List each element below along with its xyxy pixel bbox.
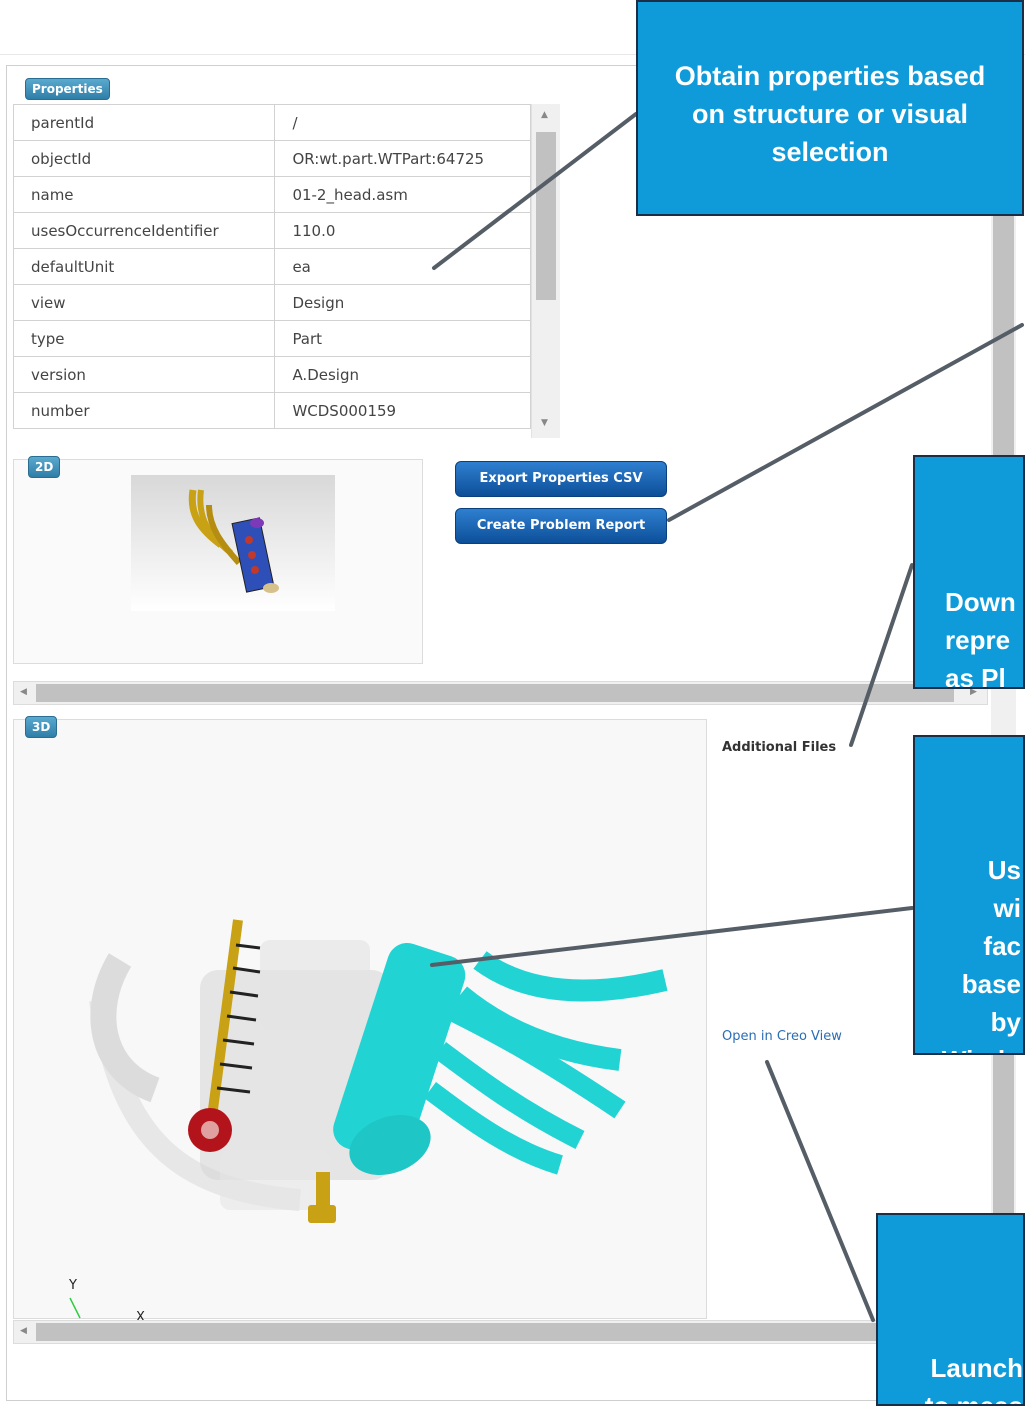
- callout-launch-creo-text: Launch to meas and: [924, 1353, 1023, 1406]
- callout-obtain-properties: Obtain properties based on structure or …: [636, 0, 1024, 216]
- callout-launch-creo: Launch to meas and: [876, 1213, 1025, 1406]
- callout-use-widget-text: Us wi fac base by Windo: [942, 855, 1021, 1053]
- callout-download-pdf: Down repre as Pl: [913, 455, 1025, 689]
- callout-download-pdf-text: Down repre as Pl: [945, 587, 1016, 689]
- callout-obtain-properties-text: Obtain properties based on structure or …: [674, 61, 986, 167]
- callout-use-widget: Us wi fac base by Windo: [913, 735, 1025, 1055]
